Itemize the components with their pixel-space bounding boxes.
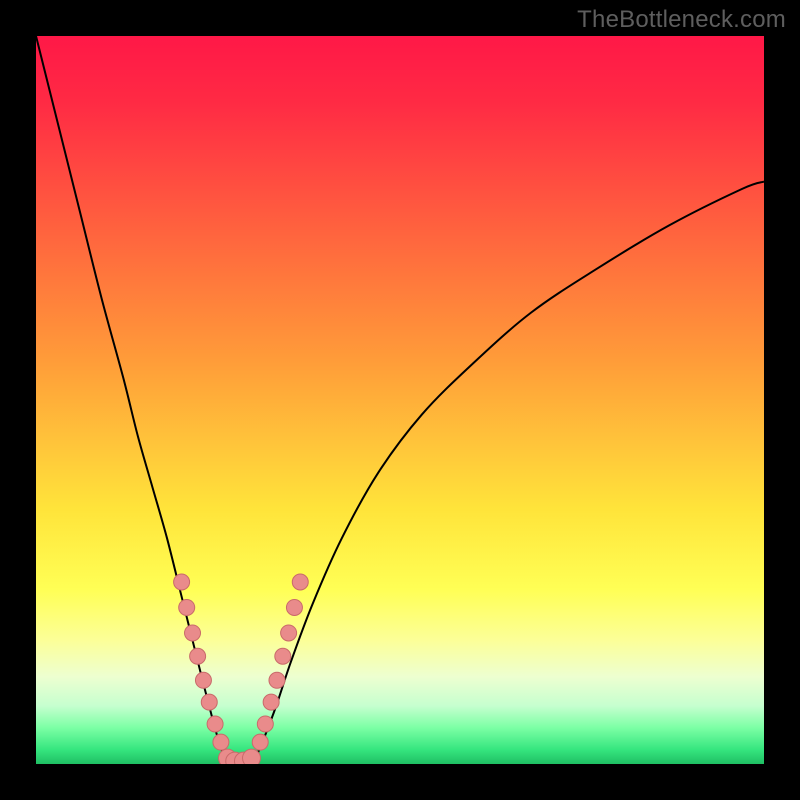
marker-dot: [179, 599, 195, 615]
marker-dot: [252, 734, 268, 750]
marker-dot: [281, 625, 297, 641]
chart-overlay: [36, 36, 764, 764]
marker-dot: [269, 672, 285, 688]
marker-dot: [195, 672, 211, 688]
marker-dot: [185, 625, 201, 641]
watermark-text: TheBottleneck.com: [577, 6, 786, 34]
marker-dot: [275, 648, 291, 664]
marker-dot: [242, 749, 260, 764]
marker-dot: [174, 574, 190, 590]
marker-dot: [292, 574, 308, 590]
marker-dot: [207, 716, 223, 732]
marker-dot: [263, 694, 279, 710]
marker-dot: [286, 599, 302, 615]
marker-dot: [190, 648, 206, 664]
curve-layer: [36, 36, 764, 763]
chart-frame: TheBottleneck.com: [0, 0, 800, 800]
marker-dot: [201, 694, 217, 710]
marker-dot: [257, 716, 273, 732]
marker-dot: [213, 734, 229, 750]
curve-right-curve: [251, 182, 764, 762]
